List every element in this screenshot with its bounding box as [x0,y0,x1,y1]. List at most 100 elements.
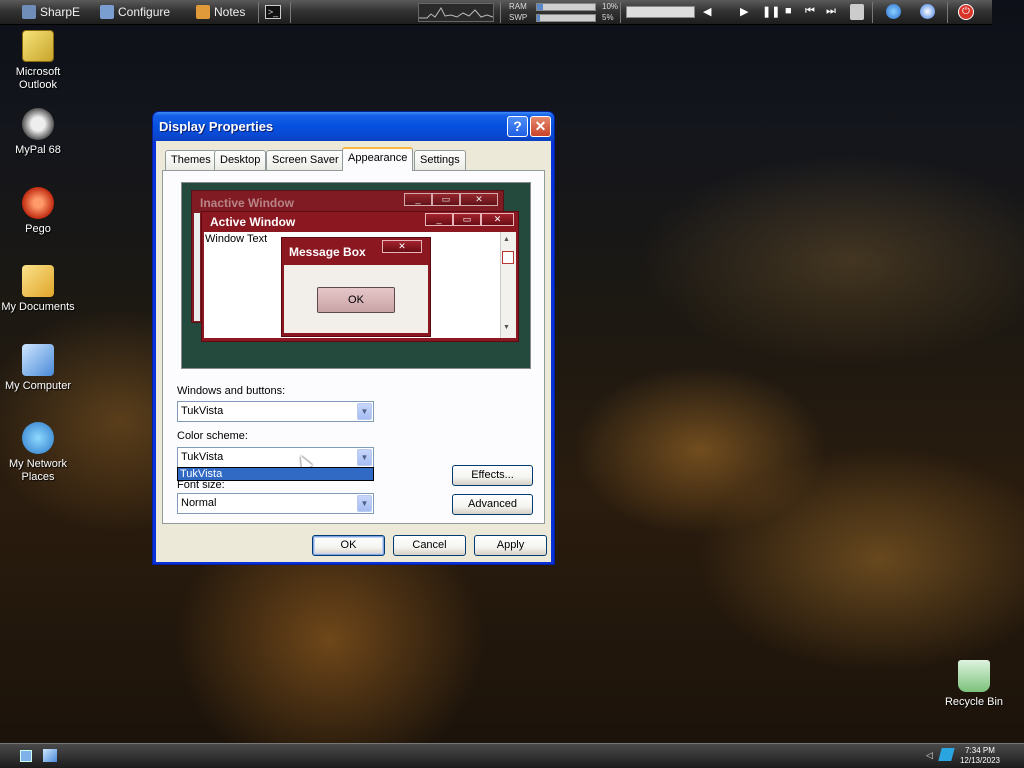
close-icon: ✕ [460,193,498,206]
pause-icon[interactable]: ❚❚ [762,5,780,18]
configure-icon [100,5,114,19]
color-scheme-select[interactable]: TukVista ▼ [177,447,374,468]
swp-meter-fill [537,15,540,21]
desktop-icon-label: Microsoft Outlook [15,66,61,91]
pego-icon [22,187,54,219]
usb-icon[interactable] [850,4,864,20]
sharpe-icon [22,5,36,19]
explorer-icon[interactable] [43,749,57,762]
ram-meter-fill [537,4,543,10]
ram-meter [536,3,596,11]
tab-desktop[interactable]: Desktop [214,150,267,170]
preview-message-title: Message Box [289,245,366,259]
tab-themes[interactable]: Themes [165,150,217,170]
show-desktop-icon[interactable] [20,750,32,762]
maximize-icon: ▭ [453,213,481,226]
dialog-title-bar[interactable]: Display Properties ? ✕ [153,112,554,141]
advanced-button[interactable]: Advanced [452,494,533,515]
chevron-down-icon[interactable]: ▼ [357,495,372,512]
scroll-down-icon: ▼ [503,324,510,331]
stop-icon[interactable]: ■ [785,5,792,17]
font-size-select[interactable]: Normal ▼ [177,493,374,514]
font-size-value: Normal [181,497,217,509]
browser-icon[interactable] [886,4,901,19]
desktop-icon-label: My Documents [1,301,75,313]
preview-message-body: OK [284,265,428,333]
separator [500,2,501,23]
preview-message-box: Message Box ✕ OK [281,237,431,337]
windows-buttons-select[interactable]: TukVista ▼ [177,401,374,422]
preview-inactive-title: Inactive Window [200,196,294,210]
mypal-icon [22,108,54,140]
appearance-tab-panel: Inactive Window _ ▭ ✕ Active Window _ ▭ … [162,170,545,524]
preview-scrollbar: ▲ ▼ [500,232,516,338]
desktop-icon-recycle-bin[interactable]: Recycle Bin [936,660,1012,709]
clock-time: 7:34 PM [965,746,995,755]
cancel-button[interactable]: Cancel [393,535,466,556]
next-icon[interactable]: ⏭ [826,5,836,18]
cpu-graph [418,3,494,22]
tray-app-icon[interactable] [938,748,955,761]
taskbar: ◁ 7:34 PM 12/13/2023 [0,743,1024,768]
clock-date: 12/13/2023 [959,756,1000,765]
terminal-icon[interactable]: >_ [265,5,281,19]
effects-button[interactable]: Effects... [452,465,533,486]
desktop-icon-pego[interactable]: Pego [0,187,76,236]
desktop-icon-network-places[interactable]: My Network Places [0,422,76,484]
help-icon: ? [513,118,522,134]
preview-inactive-body [194,213,200,321]
desktop-icon-my-computer[interactable]: My Computer [0,344,76,393]
top-bar: SharpE Configure Notes >_ RAM SWP 10% 5%… [0,0,992,25]
tab-screen-saver[interactable]: Screen Saver [266,150,345,170]
sharpe-menu-button[interactable]: SharpE [22,3,80,21]
chevron-down-icon[interactable]: ▼ [357,449,372,466]
configure-button[interactable]: Configure [100,3,170,21]
scroll-thumb [502,251,514,264]
ram-percent: 10% [602,2,619,11]
windows-buttons-value: TukVista [181,405,224,417]
color-scheme-label: Color scheme: [177,430,248,442]
tab-settings[interactable]: Settings [414,150,466,170]
help-button[interactable]: ? [507,116,528,137]
dialog-title: Display Properties [159,119,274,134]
apply-button[interactable]: Apply [474,535,547,556]
desktop-icon-label: MyPal 68 [15,144,61,156]
desktop-icon-mypal[interactable]: MyPal 68 [0,108,76,157]
chevron-down-icon[interactable]: ▼ [357,403,372,420]
desktop-icon-my-documents[interactable]: My Documents [0,265,76,314]
preview-window-text: Window Text [205,233,268,245]
separator [872,2,873,23]
minimize-icon: _ [425,213,453,226]
previous-icon[interactable]: ⏮ [805,5,815,18]
media-seek-bar[interactable] [626,6,695,18]
preview-ok-button: OK [317,287,395,313]
outlook-icon [22,30,54,62]
desktop-icon-label: My Network Places [8,458,68,483]
power-icon[interactable]: ⏻ [958,4,974,20]
tray-clock[interactable]: 7:34 PM 12/13/2023 [960,746,1000,766]
maximize-icon: ▭ [432,193,460,206]
notes-button[interactable]: Notes [196,3,245,21]
desktop-icon-label: My Computer [4,380,72,392]
dialog-client-area: Themes Desktop Screen Saver Appearance S… [156,141,551,562]
separator [620,2,621,23]
preview-active-title: Active Window [210,215,296,229]
color-scheme-value: TukVista [181,451,224,463]
desktop-icon-outlook[interactable]: Microsoft Outlook [0,30,76,92]
media-player-icon[interactable] [920,4,935,19]
tray-arrow-icon[interactable]: ◁ [926,750,933,761]
display-properties-dialog: Display Properties ? ✕ Themes Desktop Sc… [152,111,555,565]
swp-percent: 5% [602,13,614,22]
close-icon: ✕ [481,213,514,226]
recycle-bin-icon [958,660,990,692]
separator [258,2,259,23]
close-icon: ✕ [382,240,422,253]
tab-appearance[interactable]: Appearance [342,147,414,171]
swp-label: SWP [509,13,528,22]
computer-icon [22,344,54,376]
play-icon[interactable]: ▶ [740,5,748,18]
volume-icon[interactable]: ◀ [703,5,711,18]
ok-button[interactable]: OK [312,535,385,556]
color-scheme-dropdown-option[interactable]: TukVista [177,467,374,481]
close-button[interactable]: ✕ [530,116,551,137]
